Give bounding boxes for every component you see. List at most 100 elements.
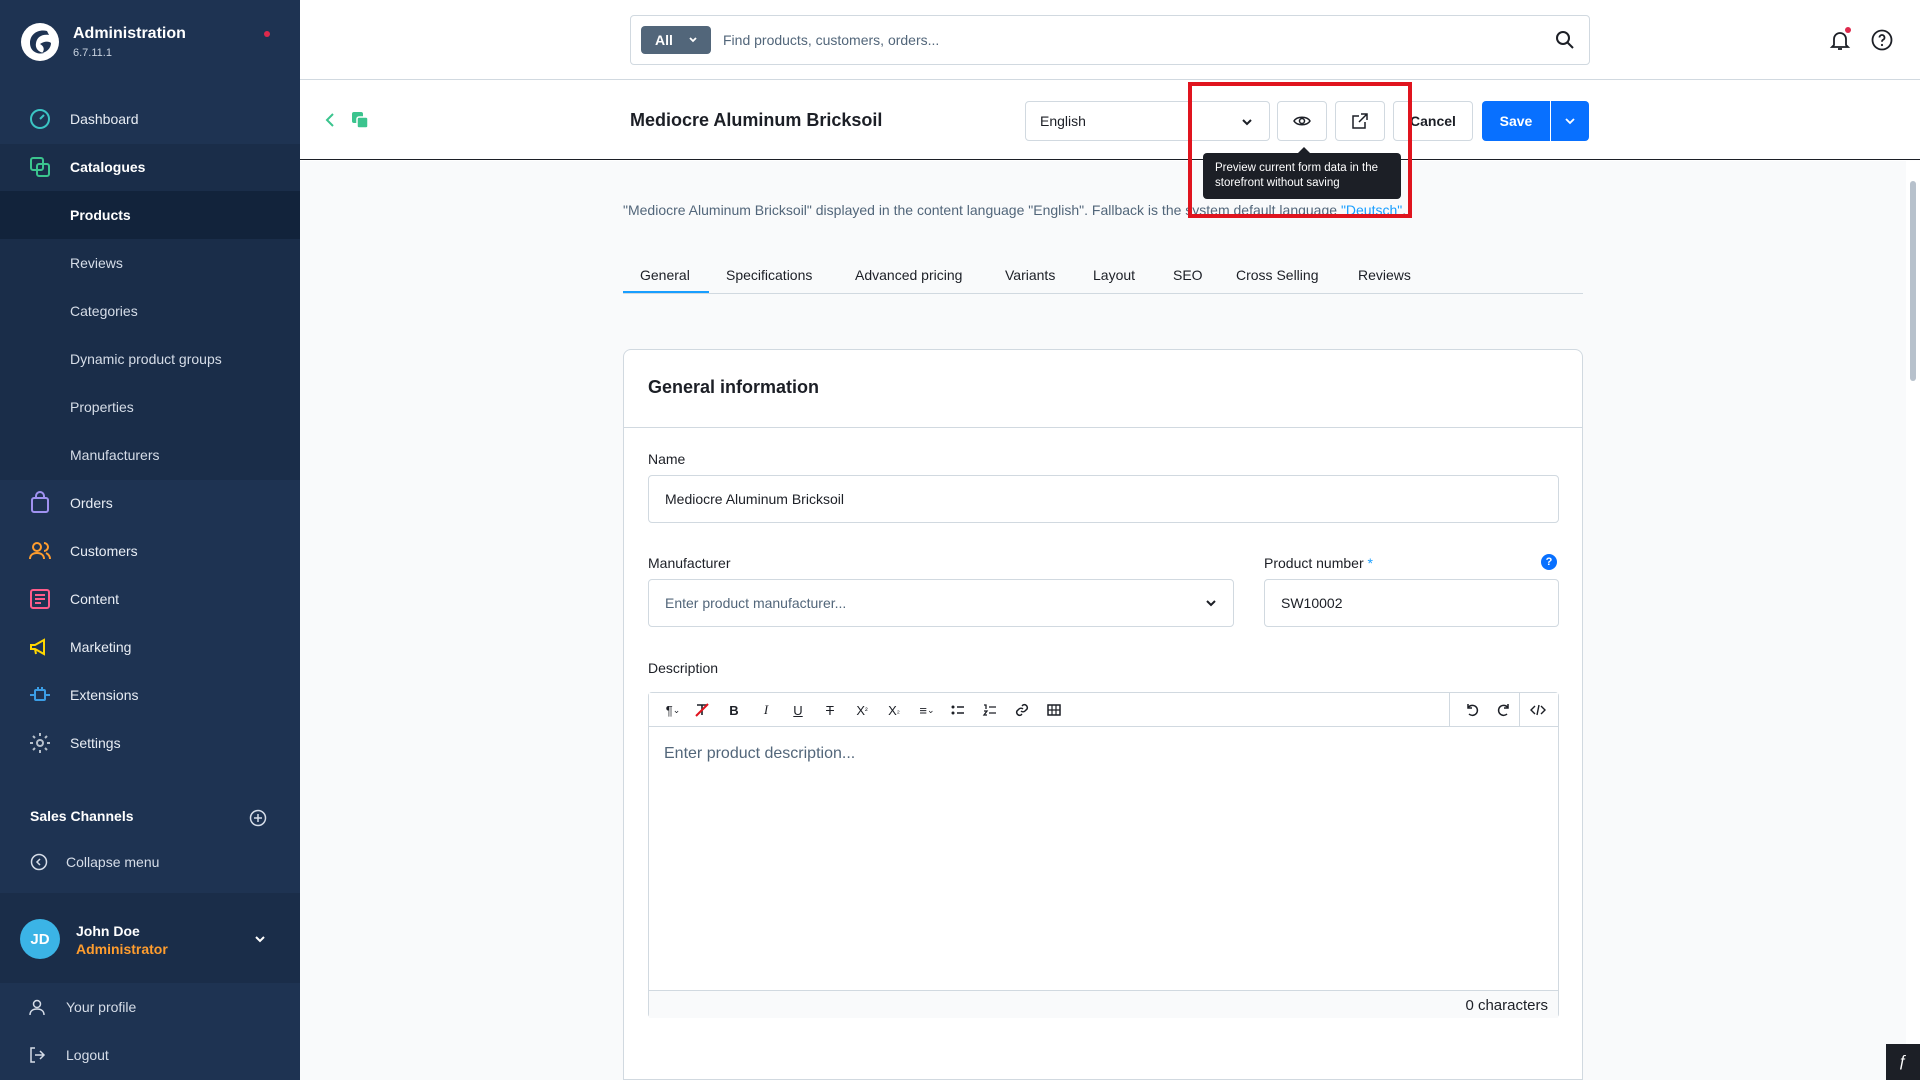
sub-label: Categories [70, 303, 138, 319]
collapse-menu[interactable]: Collapse menu [30, 850, 290, 874]
help-icon[interactable]: ? [1541, 554, 1557, 570]
active-tab-indicator [623, 291, 709, 293]
save-button[interactable]: Save [1482, 101, 1550, 141]
sub-manufacturers[interactable]: Manufacturers [0, 431, 300, 479]
back-arrow-icon[interactable] [320, 110, 340, 130]
toolbar-separator [1519, 693, 1520, 727]
smart-bar: Mediocre Aluminum Bricksoil English Canc… [300, 80, 1920, 160]
product-number-field[interactable]: SW10002 [1264, 579, 1559, 627]
symfony-toolbar-icon[interactable]: ƒ [1886, 1044, 1920, 1080]
sub-label: Properties [70, 399, 134, 415]
brand-version: 6.7.11.1 [73, 47, 112, 59]
subscript-icon[interactable]: X₂ [885, 701, 903, 719]
collapse-icon [30, 853, 48, 871]
your-profile-link[interactable]: Your profile [28, 995, 288, 1019]
tab-general[interactable]: General [640, 267, 690, 283]
tab-advanced-pricing[interactable]: Advanced pricing [855, 267, 962, 283]
required-mark: * [1367, 555, 1373, 571]
bold-icon[interactable]: B [725, 701, 743, 719]
paragraph-format-icon[interactable]: ¶ ⌄ [659, 701, 687, 719]
remove-format-icon[interactable] [693, 701, 711, 719]
page-title: Mediocre Aluminum Bricksoil [630, 110, 883, 130]
redo-icon[interactable] [1495, 701, 1513, 719]
search-icon[interactable] [1555, 30, 1575, 50]
brand[interactable]: Administration 6.7.11.1 [20, 22, 280, 66]
undo-icon[interactable] [1463, 701, 1481, 719]
save-options-button[interactable] [1551, 101, 1589, 141]
dashboard-icon [30, 109, 50, 129]
italic-icon[interactable]: I [757, 701, 775, 719]
general-information-card: General information Name Mediocre Alumin… [623, 349, 1583, 1080]
sub-label: Manufacturers [70, 447, 160, 463]
shopping-bag-icon [31, 491, 49, 513]
nav-catalogues[interactable]: Catalogues [0, 143, 300, 191]
nav-marketing[interactable]: Marketing [0, 623, 300, 671]
highlight-box [1188, 82, 1412, 218]
numbered-list-icon[interactable] [981, 701, 999, 719]
tab-reviews[interactable]: Reviews [1358, 267, 1411, 283]
help-icon[interactable] [1870, 28, 1894, 52]
nav-customers[interactable]: Customers [0, 527, 300, 575]
avatar: JD [20, 919, 60, 959]
user-menu[interactable]: JD John Doe Administrator [0, 893, 300, 983]
user-icon [29, 999, 45, 1016]
chevron-down-icon[interactable] [252, 931, 268, 947]
sub-categories[interactable]: Categories [0, 287, 300, 335]
gear-icon [30, 733, 50, 753]
sub-dynamic-product-groups[interactable]: Dynamic product groups [0, 335, 300, 383]
bullet-list-icon[interactable] [949, 701, 967, 719]
product-tabs: General Specifications Advanced pricing … [623, 260, 1583, 294]
code-view-icon[interactable] [1529, 701, 1547, 719]
scrollbar[interactable] [1906, 161, 1920, 1080]
nav-extensions[interactable]: Extensions [0, 671, 300, 719]
tab-layout[interactable]: Layout [1093, 267, 1135, 283]
nav-orders[interactable]: Orders [0, 479, 300, 527]
product-number-value: SW10002 [1281, 595, 1343, 611]
toolbar-separator [1449, 693, 1450, 727]
logout-icon [30, 1047, 46, 1063]
nav-label: Settings [70, 735, 121, 751]
tab-seo[interactable]: SEO [1173, 267, 1203, 283]
nav-label: Extensions [70, 687, 139, 703]
scroll-thumb[interactable] [1910, 181, 1916, 381]
nav-content[interactable]: Content [0, 575, 300, 623]
nav-settings[interactable]: Settings [0, 719, 300, 767]
underline-icon[interactable]: U [789, 701, 807, 719]
description-editor[interactable]: ¶ ⌄ B I U T X² X₂ ≡ ⌄ Enter product descri… [648, 692, 1559, 1018]
name-field[interactable]: Mediocre Aluminum Bricksoil [648, 475, 1559, 523]
notification-dot [264, 31, 270, 37]
logout-label: Logout [66, 1047, 109, 1063]
character-count: 0 characters [1465, 997, 1548, 1014]
user-name: John Doe [76, 923, 140, 939]
card-header: General information [624, 350, 1582, 428]
table-icon[interactable] [1045, 701, 1063, 719]
manufacturer-select[interactable]: Enter product manufacturer... [648, 579, 1234, 627]
megaphone-icon [30, 638, 45, 656]
brand-title: Administration [73, 25, 186, 42]
sidebar: Administration 6.7.11.1 Dashboard Catalo… [0, 0, 300, 1080]
search-scope-dropdown[interactable]: All [641, 26, 711, 54]
sub-products[interactable]: Products [0, 191, 300, 239]
description-label: Description [648, 660, 719, 676]
nav-label: Dashboard [70, 111, 139, 127]
nav-label: Content [70, 591, 120, 607]
logout-link[interactable]: Logout [28, 1043, 288, 1067]
align-icon[interactable]: ≡ ⌄ [913, 701, 941, 719]
plug-icon [30, 687, 50, 701]
search-scope-label: All [655, 32, 673, 48]
superscript-icon[interactable]: X² [853, 701, 871, 719]
chevron-down-icon [689, 37, 697, 43]
manufacturer-placeholder: Enter product manufacturer... [665, 595, 847, 611]
link-icon[interactable] [1013, 701, 1031, 719]
tab-variants[interactable]: Variants [1005, 267, 1055, 283]
add-circle-icon[interactable] [249, 809, 267, 827]
search-input[interactable] [723, 26, 1543, 54]
sub-properties[interactable]: Properties [0, 383, 300, 431]
tab-cross-selling[interactable]: Cross Selling [1236, 267, 1318, 283]
catalogue-icon [30, 157, 50, 177]
sub-reviews[interactable]: Reviews [0, 239, 300, 287]
strikethrough-icon[interactable]: T [821, 701, 839, 719]
tab-specifications[interactable]: Specifications [726, 267, 812, 283]
nav-dashboard[interactable]: Dashboard [0, 95, 300, 143]
user-role: Administrator [76, 941, 168, 957]
